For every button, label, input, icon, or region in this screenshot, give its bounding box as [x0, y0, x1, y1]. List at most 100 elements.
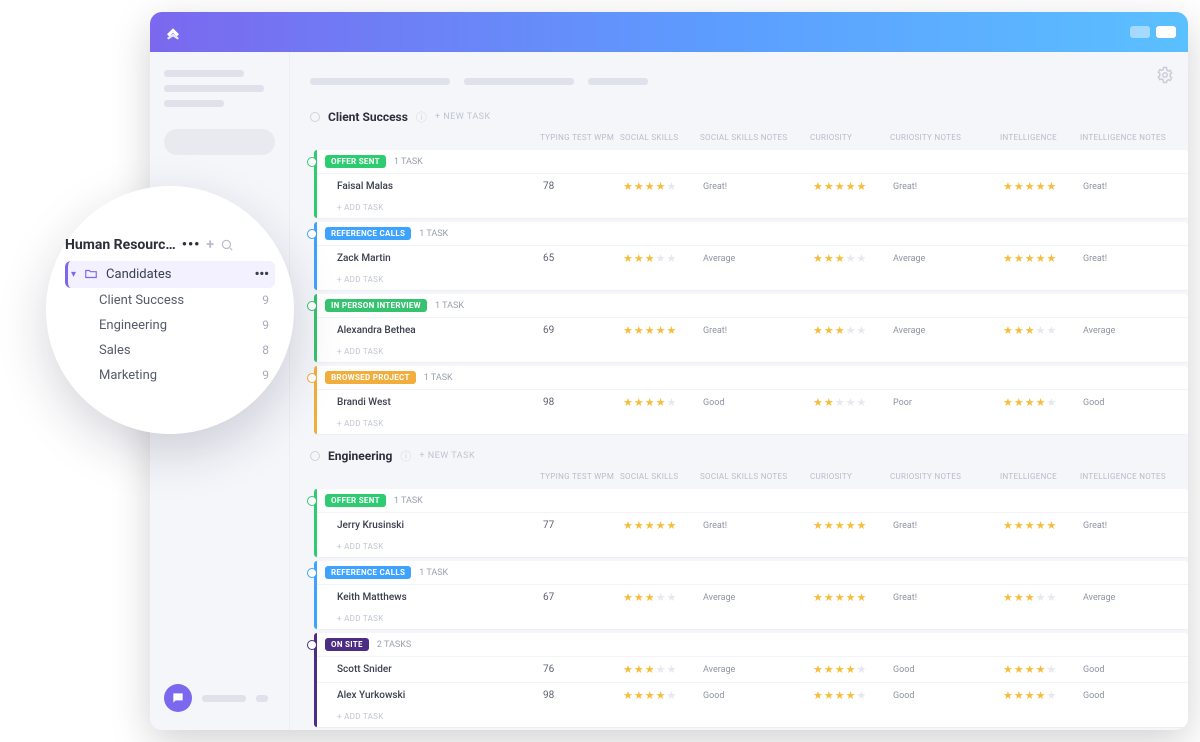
plus-icon[interactable]: +	[206, 237, 214, 253]
status-toggle-icon[interactable]	[307, 640, 317, 650]
group-title[interactable]: Engineering	[328, 449, 392, 463]
status-pill[interactable]: OFFER SENT	[325, 494, 386, 507]
star-rating: ★★★★★	[1003, 663, 1083, 676]
status-pill[interactable]: BROWSED PROJECT	[325, 371, 416, 384]
status-block: OFFER SENT1 TASKFaisal Malas78★★★★★Great…	[314, 150, 1188, 218]
status-toggle-icon[interactable]	[307, 373, 317, 383]
add-task-button[interactable]: + ADD TASK	[317, 343, 1188, 362]
status-toggle-icon[interactable]	[307, 568, 317, 578]
note: Average	[893, 326, 1003, 336]
clickup-logo-icon[interactable]	[162, 21, 184, 43]
task-row[interactable]: Alex Yurkowski98★★★★★Good★★★★★Good★★★★★G…	[317, 682, 1188, 708]
status-pill[interactable]: IN PERSON INTERVIEW	[325, 299, 427, 312]
breadcrumb	[290, 52, 1188, 95]
status-toggle-icon[interactable]	[307, 229, 317, 239]
status-pill[interactable]: ON SITE	[325, 638, 369, 651]
note: Average	[703, 593, 813, 603]
sidebar-list-item[interactable]: Client Success9	[65, 288, 275, 313]
chevron-down-icon: ▾	[71, 269, 76, 280]
note: Great!	[1083, 182, 1188, 192]
add-task-button[interactable]: + ADD TASK	[317, 199, 1188, 218]
status-block: REFERENCE CALLS1 TASKZack Martin65★★★★★A…	[314, 222, 1188, 290]
add-task-button[interactable]: + ADD TASK	[317, 271, 1188, 290]
gear-icon[interactable]	[1156, 66, 1174, 84]
wpm-value: 98	[543, 397, 623, 408]
folder-label: Candidates	[106, 267, 171, 282]
note: Good	[703, 398, 813, 408]
sidebar-list-item[interactable]: Sales 8	[65, 338, 275, 363]
folder-candidates[interactable]: ▾ Candidates •••	[65, 261, 275, 288]
wpm-value: 65	[543, 253, 623, 264]
column-header: INTELLIGENCE NOTES	[1080, 472, 1188, 481]
star-rating: ★★★★★	[1003, 324, 1083, 337]
group-info-icon[interactable]: ⓘ	[400, 448, 411, 464]
add-task-button[interactable]: + ADD TASK	[317, 415, 1188, 434]
wpm-value: 78	[543, 181, 623, 192]
status-pill[interactable]: REFERENCE CALLS	[325, 566, 411, 579]
sidebar-search[interactable]	[164, 129, 275, 155]
column-header: TYPING TEST WPM	[540, 472, 620, 481]
note: Great!	[893, 593, 1003, 603]
add-task-button[interactable]: + ADD TASK	[317, 538, 1188, 557]
sidebar-detail-popover: Human Resourc… ••• + ▾ Candidates ••• Cl…	[46, 186, 294, 434]
task-name: Jerry Krusinski	[337, 520, 543, 531]
sidebar-list-item[interactable]: Marketing9	[65, 363, 275, 388]
column-header: INTELLIGENCE NOTES	[1080, 133, 1188, 142]
window-buttons[interactable]	[1130, 26, 1176, 38]
star-rating: ★★★★★	[623, 324, 703, 337]
task-row[interactable]: Jerry Krusinski77★★★★★Great!★★★★★Great!★…	[317, 512, 1188, 538]
folder-icon	[84, 267, 98, 281]
column-header: CURIOSITY	[810, 472, 890, 481]
note: Great!	[893, 521, 1003, 531]
main-content: Client Success ⓘ + NEW TASK TYPING TEST W…	[290, 52, 1188, 730]
status-toggle-icon[interactable]	[307, 157, 317, 167]
collapse-icon[interactable]	[310, 112, 320, 122]
star-rating: ★★★★★	[813, 663, 893, 676]
list-count: 9	[262, 368, 269, 382]
collapse-icon[interactable]	[310, 451, 320, 461]
chat-fab-icon[interactable]	[164, 684, 192, 712]
star-rating: ★★★★★	[813, 252, 893, 265]
task-row[interactable]: Keith Matthews67★★★★★Average★★★★★Great!★…	[317, 584, 1188, 610]
new-task-button[interactable]: + NEW TASK	[435, 112, 491, 122]
status-pill[interactable]: OFFER SENT	[325, 155, 386, 168]
list-count: 8	[262, 343, 269, 357]
new-task-button[interactable]: + NEW TASK	[419, 451, 475, 461]
task-name: Keith Matthews	[337, 592, 543, 603]
list-label: Sales	[99, 343, 131, 358]
status-pill[interactable]: REFERENCE CALLS	[325, 227, 411, 240]
task-row[interactable]: Faisal Malas78★★★★★Great!★★★★★Great!★★★★…	[317, 173, 1188, 199]
add-task-button[interactable]: + ADD TASK	[317, 610, 1188, 629]
more-icon[interactable]: •••	[182, 237, 201, 253]
star-rating: ★★★★★	[623, 663, 703, 676]
task-name: Alexandra Bethea	[337, 325, 543, 336]
status-toggle-icon[interactable]	[307, 301, 317, 311]
task-row[interactable]: Scott Snider76★★★★★Average★★★★★Good★★★★★…	[317, 656, 1188, 682]
task-row[interactable]: Brandi West98★★★★★Good★★★★★Poor★★★★★Good…	[317, 389, 1188, 415]
task-count: 1 TASK	[424, 373, 453, 383]
note: Great!	[703, 326, 813, 336]
status-block: REFERENCE CALLS1 TASKKeith Matthews67★★★…	[314, 561, 1188, 629]
more-icon[interactable]: •••	[255, 267, 269, 282]
task-row[interactable]: Alexandra Bethea69★★★★★Great!★★★★★Averag…	[317, 317, 1188, 343]
status-block: OFFER SENT1 TASKJerry Krusinski77★★★★★Gr…	[314, 489, 1188, 557]
group-title[interactable]: Client Success	[328, 110, 408, 124]
star-rating: ★★★★★	[623, 519, 703, 532]
star-rating: ★★★★★	[623, 252, 703, 265]
search-icon[interactable]	[220, 238, 234, 252]
task-row[interactable]: Zack Martin65★★★★★Average★★★★★Average★★★…	[317, 245, 1188, 271]
note: Good	[703, 691, 813, 701]
status-block: IN PERSON INTERVIEW1 TASKAlexandra Bethe…	[314, 294, 1188, 362]
sidebar-list-item[interactable]: Engineering9	[65, 313, 275, 338]
wpm-value: 98	[543, 690, 623, 701]
star-rating: ★★★★★	[623, 180, 703, 193]
note: Average	[703, 254, 813, 264]
list-count: 9	[262, 318, 269, 332]
star-rating: ★★★★★	[813, 591, 893, 604]
space-header[interactable]: Human Resourc… ••• +	[65, 233, 275, 261]
group-info-icon[interactable]: ⓘ	[416, 109, 427, 125]
add-task-button[interactable]: + ADD TASK	[317, 708, 1188, 727]
status-toggle-icon[interactable]	[307, 496, 317, 506]
star-rating: ★★★★★	[813, 519, 893, 532]
topbar	[150, 12, 1188, 52]
